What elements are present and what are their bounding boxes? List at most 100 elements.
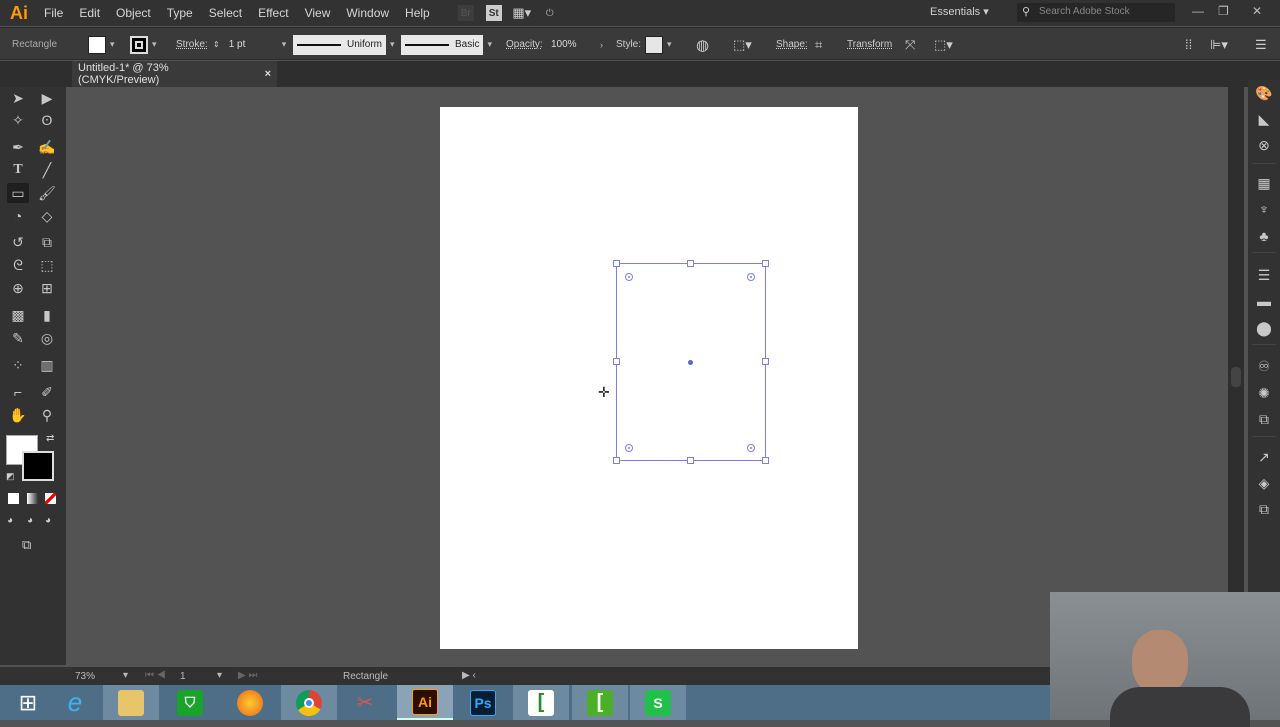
none-mode-icon[interactable] (45, 493, 56, 504)
arrange-documents-icon[interactable]: ▦▾ (512, 5, 531, 21)
graphic-styles-icon[interactable]: ⧉ (1248, 408, 1280, 430)
line-segment-tool-icon[interactable]: ╱ (36, 160, 58, 180)
recolor-artwork-icon[interactable]: ◍ (696, 28, 709, 61)
transparency-icon[interactable]: ⬤ (1248, 317, 1280, 339)
brushes-icon[interactable]: ♆ (1248, 198, 1280, 220)
opacity-value[interactable]: 100% (546, 35, 594, 55)
transform-label[interactable]: Transform (847, 28, 892, 61)
brush-definition[interactable]: Basic ▾ (401, 28, 492, 61)
select-similar-icon[interactable]: ⬚▾ (934, 28, 953, 61)
stroke-color-swatch[interactable] (22, 451, 54, 481)
last-artboard-icon[interactable]: ▶ ⏭ (238, 670, 257, 681)
opacity-field[interactable]: 100% › (546, 28, 603, 61)
artboards-icon[interactable]: ⧉ (1248, 498, 1280, 520)
color-mode-icon[interactable] (8, 493, 19, 504)
pen-tool-icon[interactable]: ✒ (7, 137, 29, 157)
export-icon[interactable]: ↗ (1248, 446, 1280, 468)
mesh-tool-icon[interactable]: ▩ (7, 305, 29, 325)
status-menu-icon[interactable]: ▶ ‹ (462, 670, 476, 681)
eyedropper-tool-icon[interactable]: ✎ (7, 328, 29, 348)
libraries-icon[interactable]: ♾ (1248, 355, 1280, 377)
artboard-tool-icon[interactable]: ⌐ (7, 382, 29, 402)
corner-widget-top-right[interactable] (747, 273, 755, 281)
warp-tool-icon[interactable]: ᘓ (7, 255, 29, 275)
style-swatch[interactable]: ▾ (645, 28, 672, 61)
restore-button[interactable]: ❐ (1218, 4, 1229, 18)
hand-tool-icon[interactable]: ✋ (7, 405, 29, 425)
stroke-weight-stepper[interactable]: ⇕ 1 pt ▾ (213, 28, 286, 61)
resize-handle-top[interactable] (687, 260, 694, 267)
gradient-mode-icon[interactable] (27, 493, 38, 504)
isolate-icon[interactable]: ⤧ (905, 28, 915, 61)
menu-object[interactable]: Object (108, 6, 159, 20)
corner-widget-bottom-right[interactable] (747, 444, 755, 452)
artboard-dropdown-icon[interactable]: ▾ (217, 670, 222, 681)
menu-file[interactable]: File (36, 6, 71, 20)
lasso-tool-icon[interactable]: ʘ (36, 110, 58, 130)
variable-width-profile[interactable]: Uniform ▾ (293, 28, 395, 61)
shaper-tool-icon[interactable]: ◔ (7, 206, 29, 226)
shape-builder-tool-icon[interactable]: ⊕ (7, 278, 29, 298)
opacity-label[interactable]: Opacity: (506, 28, 543, 61)
resize-handle-bottom-right[interactable] (762, 457, 769, 464)
curvature-tool-icon[interactable]: ✍ (36, 137, 58, 157)
taskbar-camtasia-studio[interactable]: [ (572, 685, 628, 720)
gpu-performance-icon[interactable]: ⏻ (542, 5, 558, 21)
scroll-thumb[interactable] (1231, 367, 1241, 387)
swatches-icon[interactable]: ▦ (1248, 172, 1280, 194)
taskbar-photoshop[interactable]: Ps (455, 685, 511, 720)
menu-edit[interactable]: Edit (71, 6, 108, 20)
gradient-panel-icon[interactable]: ◣ (1248, 108, 1280, 130)
slice-tool-icon[interactable]: ✐ (36, 382, 58, 402)
links-icon[interactable]: ⊗ (1248, 134, 1280, 156)
stroke-weight-value[interactable]: 1 pt (224, 35, 278, 55)
vertical-scrollbar[interactable] (1228, 87, 1244, 667)
taskbar-internet-explorer[interactable]: e (47, 685, 103, 720)
resize-handle-right[interactable] (762, 358, 769, 365)
taskbar-file-explorer[interactable] (103, 685, 159, 720)
gradient-tool-icon[interactable]: ▮ (36, 305, 58, 325)
zoom-dropdown-icon[interactable]: ▾ (123, 670, 128, 681)
perspective-grid-tool-icon[interactable]: ⊞ (36, 278, 58, 298)
bridge-icon[interactable]: Br (457, 5, 474, 21)
eraser-tool-icon[interactable]: ◇ (36, 206, 58, 226)
taskbar-spreadsheet[interactable]: S (630, 685, 686, 720)
draw-behind-icon[interactable]: ◕ (27, 515, 33, 526)
selection-tool-icon[interactable]: ➤ (7, 88, 29, 108)
paintbrush-tool-icon[interactable]: 🖌 (36, 183, 58, 203)
shape-properties-icon[interactable]: ⌗ (815, 28, 822, 61)
menu-type[interactable]: Type (159, 6, 201, 20)
stroke-panel-icon[interactable]: ☰ (1248, 264, 1280, 286)
appearance-icon[interactable]: ✺ (1248, 382, 1280, 404)
rectangle-tool-icon[interactable]: ▭ (7, 183, 29, 203)
menu-effect[interactable]: Effect (250, 6, 296, 20)
default-fill-stroke-icon[interactable]: ◩ (6, 471, 15, 482)
resize-handle-bottom-left[interactable] (613, 457, 620, 464)
taskbar-firefox[interactable] (222, 685, 278, 720)
taskbar-store[interactable]: ⛉ (162, 685, 218, 720)
first-artboard-icon[interactable]: ⏮ ◀ (145, 670, 166, 681)
menu-help[interactable]: Help (397, 6, 438, 20)
fill-swatch[interactable]: ▾ (88, 28, 115, 61)
resize-handle-bottom[interactable] (687, 457, 694, 464)
search-adobe-stock-input[interactable]: ⚲ Search Adobe Stock (1017, 3, 1175, 22)
taskbar-camtasia-recorder[interactable]: [ (513, 685, 569, 720)
menu-view[interactable]: View (297, 6, 339, 20)
blend-tool-icon[interactable]: ◎ (36, 328, 58, 348)
symbols-icon[interactable]: ♣ (1248, 225, 1280, 247)
magic-wand-tool-icon[interactable]: ✧ (7, 110, 29, 130)
resize-handle-top-right[interactable] (762, 260, 769, 267)
document-tab[interactable]: Untitled-1* @ 73% (CMYK/Preview) × (72, 61, 277, 87)
artboard-number[interactable]: 1 (180, 671, 186, 682)
stock-icon[interactable]: St (485, 5, 502, 21)
scale-tool-icon[interactable]: ⧉ (36, 232, 58, 252)
draw-normal-icon[interactable]: ◕ (7, 515, 13, 526)
corner-widget-bottom-left[interactable] (625, 444, 633, 452)
workspace-switcher[interactable]: Essentials ▾ (930, 5, 989, 18)
taskbar-snipping-tool[interactable]: ✂ (337, 685, 393, 720)
stroke-swatch[interactable]: ▾ (130, 28, 157, 61)
menu-window[interactable]: Window (338, 6, 397, 20)
corner-widget-top-left[interactable] (625, 273, 633, 281)
swap-fill-stroke-icon[interactable]: ⇄ (46, 433, 54, 444)
column-graph-tool-icon[interactable]: ▥ (36, 355, 58, 375)
